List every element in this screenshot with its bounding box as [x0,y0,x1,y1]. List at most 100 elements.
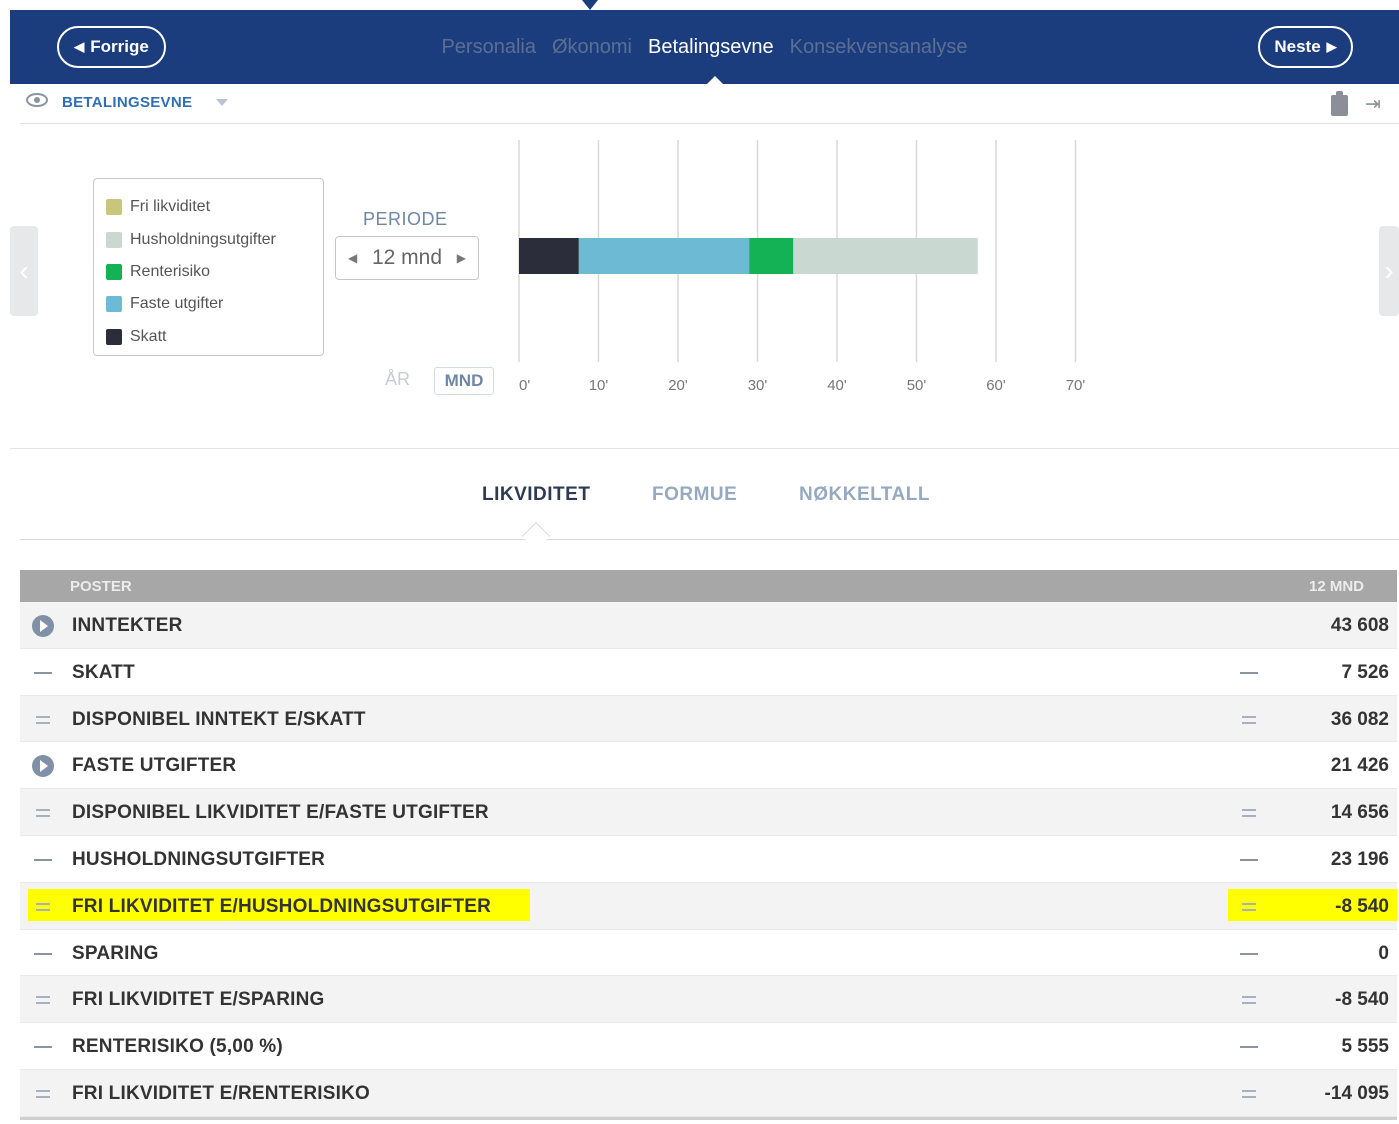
row-operator-symbol [1238,616,1260,636]
liquidity-bar-chart: 0' 10' 20' 30' 40' 50' 60' 70' [518,140,1086,394]
bar-segment[interactable] [519,238,579,274]
row-symbol[interactable] [32,615,54,637]
row-label: DISPONIBEL INNTEKT E/SKATT [72,708,366,730]
minus-icon [34,1046,52,1049]
equals-icon [36,902,50,911]
minus-icon [1240,952,1258,955]
row-symbol [32,897,54,917]
chart-legend: Fri likviditet Husholdningsutgifter Renter… [93,178,324,356]
row-symbol [32,1037,54,1057]
tab-formue[interactable]: FORMUE [652,484,737,506]
expand-icon[interactable] [32,615,54,637]
row-symbol [32,944,54,964]
liquidity-table: POSTER 12 MND INNTEKTER 43 608 SKATT 7 526 D… [20,570,1397,1120]
row-label: DISPONIBEL LIKVIDITET E/FASTE UTGIFTER [72,802,489,824]
step-personalia[interactable]: Personalia [441,36,536,59]
bar-segment[interactable] [749,238,794,274]
expand-icon[interactable] [32,755,54,778]
table-row: DISPONIBEL INNTEKT E/SKATT 36 082 [20,695,1397,743]
step-konsekvensanalyse[interactable]: Konsekvensanalyse [790,36,968,59]
triangle-right-icon[interactable]: ▶ [457,251,466,265]
table-row: FRI LIKVIDITET E/RENTERISIKO -14 095 [20,1069,1397,1117]
period-value: 12 mnd [371,246,443,269]
minus-icon [1240,1046,1258,1049]
carousel-next-arrow[interactable]: › [1379,226,1399,316]
legend-item: Skatt [106,321,323,353]
step-betalingsevne[interactable]: Betalingsevne [648,36,774,59]
exit-icon[interactable]: ⇥ [1365,94,1389,116]
legend-label: Faste utgifter [130,295,224,313]
row-operator-symbol [1238,1037,1260,1057]
row-label: INNTEKTER [72,615,183,636]
eye-icon[interactable] [26,93,48,107]
equals-icon [36,996,50,1005]
row-value: 5 555 [1341,1036,1389,1058]
year-toggle-button[interactable]: ÅR [385,369,410,390]
row-symbol [32,990,54,1010]
row-symbol [32,710,54,730]
table-row: SPARING 0 [20,929,1397,977]
legend-item: Husholdningsutgifter [106,223,323,255]
section-title[interactable]: BETALINGSEVNE [62,94,192,111]
row-value: 23 196 [1330,848,1389,870]
top-notch [582,0,598,10]
triangle-left-icon[interactable]: ◀ [348,251,357,265]
equals-icon [1242,902,1256,911]
row-label: FRI LIKVIDITET E/SPARING [72,989,325,1011]
legend-label: Renterisiko [130,262,211,280]
row-symbol [32,663,54,683]
row-operator-symbol [1238,990,1260,1010]
x-tick-label: 70' [1066,377,1086,394]
row-symbol [32,803,54,823]
legend-label: Fri likviditet [130,198,211,216]
row-operator-symbol [1238,944,1260,964]
section-header: BETALINGSEVNE ⇥ [20,84,1399,124]
equals-icon [1242,809,1256,818]
table-row[interactable]: FASTE UTGIFTER 21 426 [20,742,1397,790]
table-row: FRI LIKVIDITET E/HUSHOLDNINGSUTGIFTER -8 … [20,882,1397,930]
x-tick-label: 60' [986,377,1006,394]
tab-nokkeltall[interactable]: NØKKELTALL [799,484,930,506]
chevron-right-icon: › [1384,255,1394,286]
clipboard-icon[interactable] [1331,91,1348,116]
row-operator-symbol [1238,897,1260,917]
step-okonomi[interactable]: Økonomi [552,36,632,59]
table-row: DISPONIBEL LIKVIDITET E/FASTE UTGIFTER 14… [20,789,1397,836]
legend-item: Faste utgifter [106,288,323,320]
caret-down-icon[interactable] [216,99,228,106]
tab-likviditet[interactable]: LIKVIDITET [482,484,590,506]
row-operator-symbol [1238,803,1260,823]
next-button[interactable]: Neste ▶ [1258,26,1353,68]
table-header: POSTER 12 MND [20,570,1397,602]
x-tick-label: 0' [519,377,530,394]
bar-segment[interactable] [578,238,750,274]
period-selector[interactable]: ◀ 12 mnd ▶ [335,236,479,280]
row-label: RENTERISIKO (5,00 %) [72,1036,283,1058]
legend-label: Husholdningsutgifter [130,230,276,248]
x-tick-label: 30' [748,377,768,394]
equals-icon [36,809,50,818]
carousel-prev-arrow[interactable]: ‹ [10,226,38,316]
legend-swatch [106,328,122,345]
x-tick-label: 10' [589,377,609,394]
month-toggle-button[interactable]: MND [434,367,494,395]
row-symbol[interactable] [32,755,54,778]
equals-icon [1242,1089,1256,1098]
minus-icon [34,671,52,674]
table-row[interactable]: INNTEKTER 43 608 [20,602,1397,649]
row-value: 36 082 [1330,708,1389,730]
next-button-label: Neste [1274,37,1321,56]
legend-swatch [106,263,122,280]
row-value: -8 540 [1335,989,1389,1011]
equals-icon [1242,996,1256,1005]
table-row: RENTERISIKO (5,00 %) 5 555 [20,1023,1397,1070]
previous-button[interactable]: ◀ Forrige [57,26,166,68]
minus-icon [1240,671,1258,674]
table-row: HUSHOLDNINGSUTGIFTER 23 196 [20,835,1397,883]
row-label: FRI LIKVIDITET E/RENTERISIKO [72,1082,371,1104]
bar-segment[interactable] [793,238,978,274]
row-value: 21 426 [1330,755,1389,777]
equals-icon [1242,715,1256,724]
equals-icon [36,1089,50,1098]
row-operator-symbol [1238,850,1260,870]
